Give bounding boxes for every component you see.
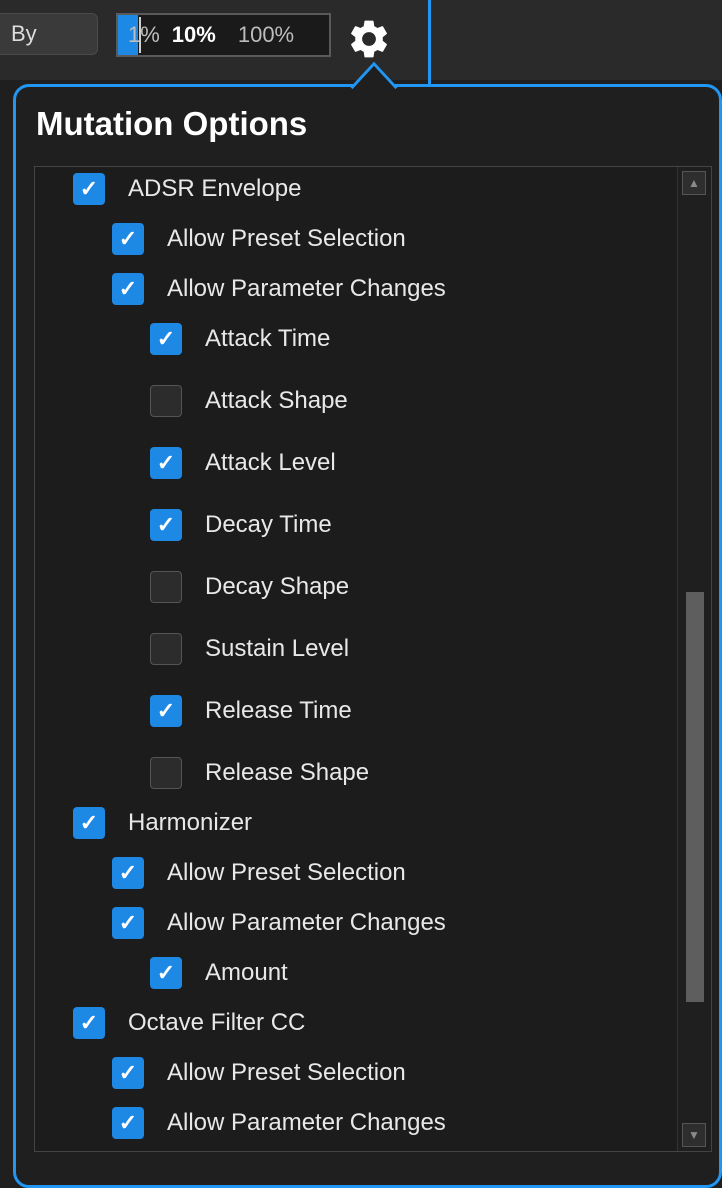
option-row[interactable]: Allow Preset Selection: [112, 853, 406, 893]
option-label: Amount: [205, 959, 288, 986]
option-row[interactable]: Allow Parameter Changes: [112, 269, 446, 309]
mutation-options-popover: Mutation Options ADSR Envelope Allow Pres…: [13, 61, 722, 1188]
option-row[interactable]: Octave Filter CC: [73, 1003, 305, 1043]
option-label: Attack Level: [205, 449, 336, 476]
mutation-amount-selector[interactable]: 1% 10% 100%: [116, 13, 331, 57]
gear-icon[interactable]: [346, 16, 392, 62]
option-label: Attack Shape: [205, 387, 348, 414]
option-label: Release Time: [205, 697, 352, 724]
option-label: Sustain Level: [205, 635, 350, 662]
checkbox-checked[interactable]: [150, 447, 182, 479]
percent-option-1[interactable]: 1%: [128, 22, 160, 48]
option-label: Harmonizer: [128, 809, 253, 836]
option-row[interactable]: Allow Preset Selection: [112, 1053, 406, 1093]
option-row[interactable]: Attack Level: [150, 443, 336, 483]
option-row[interactable]: Allow Preset Selection: [112, 219, 406, 259]
option-row[interactable]: Decay Shape: [150, 567, 349, 607]
option-row[interactable]: ADSR Envelope: [73, 169, 301, 209]
option-row[interactable]: Decay Time: [150, 505, 332, 545]
popover-pointer: [350, 61, 398, 90]
option-label: Octave Filter CC: [128, 1009, 306, 1036]
checkbox-checked[interactable]: [73, 173, 105, 205]
checkbox-checked[interactable]: [112, 273, 144, 305]
checkbox-unchecked[interactable]: [150, 571, 182, 603]
option-label: Allow Parameter Changes: [167, 275, 446, 302]
checkbox-checked[interactable]: [112, 223, 144, 255]
sort-by-button[interactable]: By: [0, 13, 98, 55]
scroll-down-arrow-icon[interactable]: ▼: [682, 1123, 706, 1147]
option-row[interactable]: Release Shape: [150, 753, 369, 793]
option-row[interactable]: Sustain Level: [150, 629, 349, 669]
option-label: Allow Preset Selection: [167, 1059, 406, 1086]
checkbox-checked[interactable]: [150, 323, 182, 355]
percent-option-10[interactable]: 10%: [172, 22, 216, 48]
checkbox-checked[interactable]: [112, 857, 144, 889]
option-row[interactable]: Harmonizer: [73, 803, 252, 843]
scrollbar-thumb[interactable]: [686, 592, 704, 1002]
sort-by-label: By: [11, 21, 37, 46]
option-label: ADSR Envelope: [128, 175, 302, 202]
checkbox-checked[interactable]: [150, 957, 182, 989]
option-row[interactable]: Allow Parameter Changes: [112, 1103, 446, 1143]
option-row[interactable]: Allow Parameter Changes: [112, 903, 446, 943]
options-list[interactable]: ADSR Envelope Allow Preset Selection Allow…: [34, 166, 712, 1152]
checkbox-unchecked[interactable]: [150, 633, 182, 665]
percent-option-100[interactable]: 100%: [238, 22, 294, 48]
option-label: Allow Preset Selection: [167, 859, 406, 886]
option-row[interactable]: Release Time: [150, 691, 352, 731]
checkbox-checked[interactable]: [73, 807, 105, 839]
options-scrollbar[interactable]: ▲ ▼: [677, 167, 711, 1151]
option-label: Decay Time: [205, 511, 332, 538]
option-label: Decay Shape: [205, 573, 350, 600]
option-label: Release Shape: [205, 759, 370, 786]
option-row[interactable]: Attack Time: [150, 319, 330, 359]
option-row[interactable]: Amount: [150, 953, 288, 993]
panel-divider: [428, 0, 431, 84]
scroll-up-arrow-icon[interactable]: ▲: [682, 171, 706, 195]
option-label: Allow Parameter Changes: [167, 909, 446, 936]
option-label: Attack Time: [205, 325, 331, 352]
checkbox-checked[interactable]: [112, 1057, 144, 1089]
checkbox-unchecked[interactable]: [150, 757, 182, 789]
option-row[interactable]: Attack Shape: [150, 381, 348, 421]
checkbox-checked[interactable]: [150, 509, 182, 541]
checkbox-checked[interactable]: [112, 1107, 144, 1139]
checkbox-checked[interactable]: [112, 907, 144, 939]
checkbox-unchecked[interactable]: [150, 385, 182, 417]
checkbox-checked[interactable]: [73, 1007, 105, 1039]
popover-title: Mutation Options: [36, 105, 308, 142]
checkbox-checked[interactable]: [150, 695, 182, 727]
option-label: Allow Preset Selection: [167, 225, 406, 252]
option-label: Allow Parameter Changes: [167, 1109, 446, 1136]
